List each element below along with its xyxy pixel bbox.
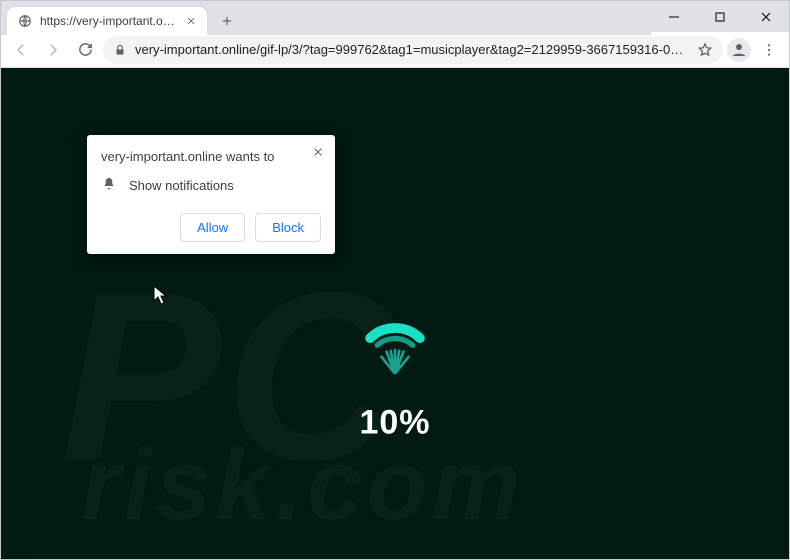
window-close-button[interactable] xyxy=(743,1,789,32)
browser-window: https://very-important.online/gif xyxy=(0,0,790,560)
watermark-decor: risk.com xyxy=(81,428,524,543)
progress-percent: 10% xyxy=(359,404,430,443)
permission-actions: Allow Block xyxy=(101,213,321,242)
allow-button[interactable]: Allow xyxy=(180,213,245,242)
url-text: very-important.online/gif-lp/3/?tag=9997… xyxy=(135,42,689,57)
forward-button[interactable] xyxy=(39,36,67,64)
reload-button[interactable] xyxy=(71,36,99,64)
cursor-icon xyxy=(153,285,167,305)
window-controls xyxy=(651,1,789,32)
window-maximize-button[interactable] xyxy=(697,1,743,32)
notification-permission-prompt: very-important.online wants to Show noti… xyxy=(87,135,335,254)
tab-title: https://very-important.online/gif xyxy=(40,14,176,28)
permission-request-line: Show notifications xyxy=(101,176,321,195)
new-tab-button[interactable] xyxy=(213,7,241,35)
bell-icon xyxy=(101,176,117,195)
permission-name: Show notifications xyxy=(129,178,234,193)
tab-strip: https://very-important.online/gif xyxy=(1,1,651,35)
loading-indicator: 10% xyxy=(340,312,450,443)
close-icon[interactable] xyxy=(309,143,327,161)
block-button[interactable]: Block xyxy=(255,213,321,242)
lock-icon xyxy=(113,43,127,57)
bookmark-star-icon[interactable] xyxy=(697,42,713,58)
window-minimize-button[interactable] xyxy=(651,1,697,32)
browser-toolbar: very-important.online/gif-lp/3/?tag=9997… xyxy=(1,32,789,68)
close-icon[interactable] xyxy=(183,13,199,29)
profile-avatar-button[interactable] xyxy=(727,38,751,62)
address-bar[interactable]: very-important.online/gif-lp/3/?tag=9997… xyxy=(103,36,723,64)
browser-menu-button[interactable] xyxy=(755,36,783,64)
spinner-icon xyxy=(340,312,450,392)
titlebar: https://very-important.online/gif xyxy=(1,1,789,32)
globe-icon xyxy=(17,13,33,29)
page-content: PC risk.com xyxy=(1,68,789,559)
permission-origin: very-important.online wants to xyxy=(101,149,321,164)
back-button[interactable] xyxy=(7,36,35,64)
browser-tab[interactable]: https://very-important.online/gif xyxy=(7,7,207,35)
